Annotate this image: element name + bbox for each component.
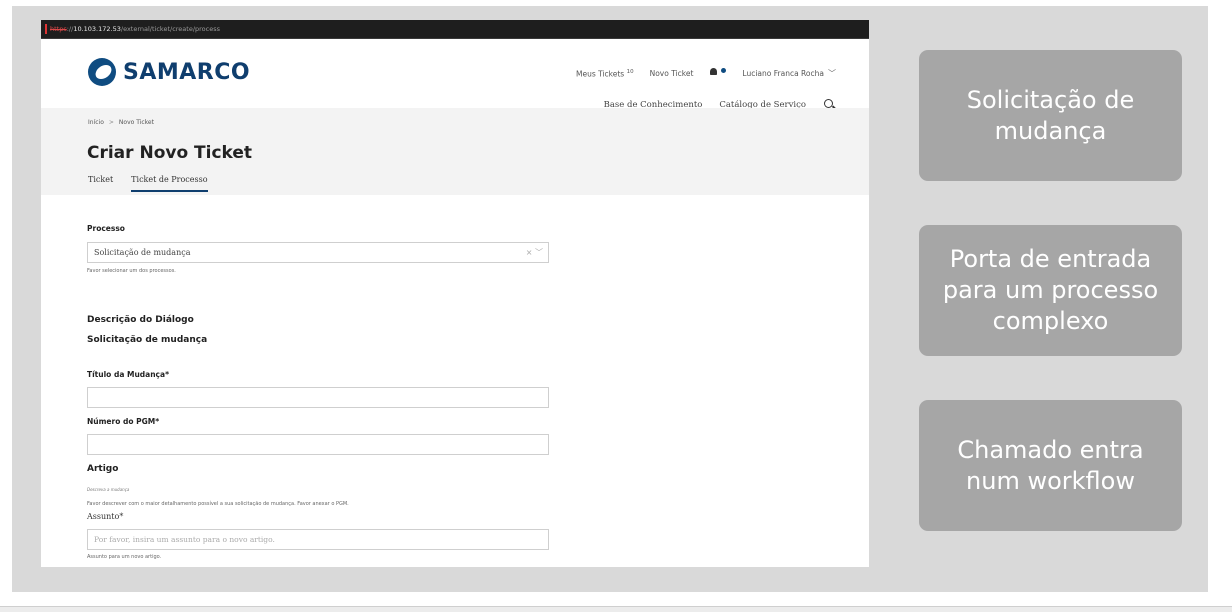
notification-dot-icon [721, 68, 727, 73]
security-warning-icon [45, 24, 47, 34]
dialog-description-title: Descrição do Diálogo [87, 315, 194, 325]
logo-text: SAMARCO [123, 59, 251, 85]
subject-input[interactable]: Por favor, insira um assunto para o novo… [87, 529, 549, 550]
callout-change-request: Solicitação de mudança [919, 50, 1182, 181]
process-select[interactable]: Solicitação de mudança × ﹀ [87, 242, 549, 263]
url-protocol: https [50, 25, 67, 33]
user-menu[interactable]: Luciano Franca Rocha ﹀ [742, 68, 836, 79]
pgm-number-label: Número do PGM* [87, 417, 160, 426]
pgm-number-input[interactable] [87, 434, 549, 455]
breadcrumb-current: Novo Ticket [118, 119, 154, 126]
clear-icon[interactable]: × [526, 248, 533, 257]
change-title-input[interactable] [87, 387, 549, 408]
callout-workflow: Chamado entra num workflow [919, 400, 1182, 531]
bell-icon [709, 68, 718, 77]
tab-process-ticket[interactable]: Ticket de Processo [131, 175, 208, 192]
user-name: Luciano Franca Rocha [742, 69, 824, 78]
dialog-description-value: Solicitação de mudança [87, 335, 208, 345]
article-small-label: Descreva a mudança [87, 487, 130, 492]
my-tickets-count: 10 [626, 68, 634, 75]
my-tickets-link[interactable]: Meus Tickets 10 [576, 69, 634, 79]
chevron-down-icon[interactable]: ﹀ [535, 248, 543, 257]
url-path: /external/ticket/create/process [120, 25, 220, 33]
process-label: Processo [87, 224, 125, 233]
my-tickets-label: Meus Tickets [575, 69, 625, 79]
article-hint: Favor descrever com o maior detalhamento… [87, 501, 349, 507]
select-controls: × ﹀ [526, 247, 543, 258]
address-bar[interactable]: https://10.103.172.53/external/ticket/cr… [41, 20, 869, 39]
process-hint: Favor selecionar um dos processos. [87, 268, 176, 274]
tab-ticket[interactable]: Ticket [88, 175, 113, 192]
subject-placeholder: Por favor, insira um assunto para o novo… [94, 535, 275, 544]
breadcrumb-home[interactable]: Início [88, 119, 104, 126]
samarco-logo[interactable]: SAMARCO [88, 58, 250, 86]
site-header: SAMARCO Meus Tickets 10 Novo Ticket Luci… [41, 39, 869, 110]
url-host: 10.103.172.53 [73, 25, 121, 33]
samarco-logo-icon [88, 58, 116, 86]
subject-hint: Assunto para um novo artigo. [87, 554, 162, 560]
bottom-divider [0, 606, 1232, 612]
article-title: Artigo [87, 464, 119, 474]
page-title-band: Início > Novo Ticket Criar Novo Ticket T… [41, 108, 869, 195]
ticket-tabs: Ticket Ticket de Processo [88, 175, 226, 192]
chevron-down-icon: ﹀ [828, 69, 836, 78]
page-title: Criar Novo Ticket [87, 143, 253, 163]
new-ticket-link[interactable]: Novo Ticket [650, 69, 694, 78]
callout-entry-point: Porta de entrada para um processo comple… [919, 225, 1182, 356]
chevron-right-icon: > [108, 119, 114, 126]
notifications-button[interactable] [709, 68, 727, 79]
breadcrumb: Início > Novo Ticket [88, 119, 154, 126]
top-nav: Meus Tickets 10 Novo Ticket Luciano Fran… [560, 68, 836, 79]
process-selected-value: Solicitação de mudança [94, 248, 191, 257]
subject-label: Assunto* [87, 512, 124, 521]
url-text[interactable]: https://10.103.172.53/external/ticket/cr… [50, 25, 220, 33]
screenshot-frame: https://10.103.172.53/external/ticket/cr… [41, 20, 869, 567]
change-title-label: Título da Mudança* [87, 370, 169, 379]
